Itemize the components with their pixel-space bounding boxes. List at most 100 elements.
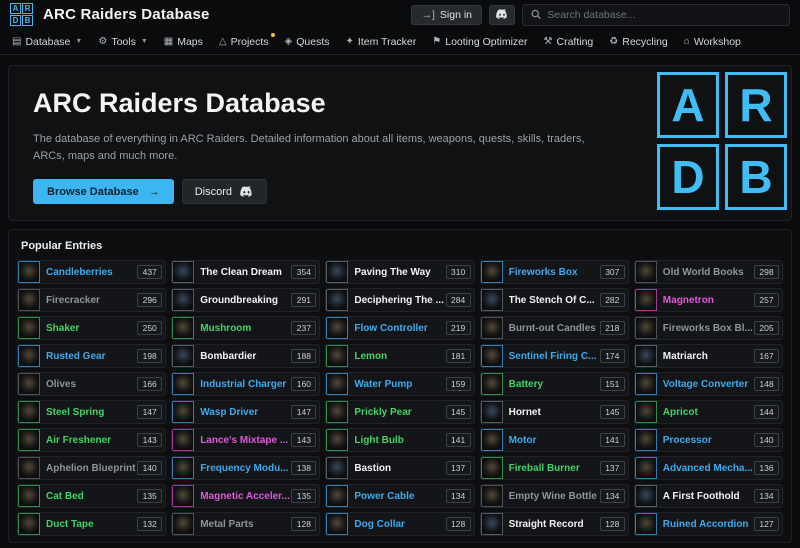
- popular-entry-card[interactable]: Apricot144: [634, 400, 783, 424]
- popular-entry-card[interactable]: Sentinel Firing C...174: [480, 344, 629, 368]
- popular-entry-card[interactable]: Light Bulb141: [325, 428, 474, 452]
- popular-entry-card[interactable]: Motor141: [480, 428, 629, 452]
- nav-item-database[interactable]: ▤Database▼: [12, 36, 82, 48]
- discord-button[interactable]: Discord: [182, 179, 267, 204]
- item-icon: [18, 485, 40, 507]
- projects-icon: △: [219, 36, 227, 47]
- popular-entry-card[interactable]: Ruined Accordion127: [634, 512, 783, 536]
- item-name: Olives: [46, 379, 137, 390]
- browse-database-button[interactable]: Browse Database →: [33, 179, 174, 204]
- item-icon: [635, 317, 657, 339]
- sign-in-button[interactable]: →] Sign in: [411, 5, 482, 25]
- item-icon: [172, 345, 194, 367]
- nav-item-maps[interactable]: ▦Maps: [164, 36, 203, 48]
- item-icon: [481, 345, 503, 367]
- nav-item-quests[interactable]: ◈Quests: [285, 36, 330, 48]
- popular-entry-card[interactable]: Bombardier188: [171, 344, 320, 368]
- popular-entry-card[interactable]: Power Cable134: [325, 484, 474, 508]
- popular-entry-card[interactable]: Old World Books298: [634, 260, 783, 284]
- search-input[interactable]: [547, 9, 781, 21]
- popular-entry-card[interactable]: Shaker250: [17, 316, 166, 340]
- popular-entry-card[interactable]: Candleberries437: [17, 260, 166, 284]
- popular-entry-card[interactable]: Rusted Gear198: [17, 344, 166, 368]
- item-icon: [172, 429, 194, 451]
- popular-entry-card[interactable]: Processor140: [634, 428, 783, 452]
- item-count-badge: 127: [754, 517, 779, 531]
- looting-optimizer-icon: ⚑: [432, 36, 441, 47]
- popular-entry-card[interactable]: Lance's Mixtape ...143: [171, 428, 320, 452]
- item-name: Sentinel Firing C...: [509, 351, 600, 362]
- popular-entry-card[interactable]: Hornet145: [480, 400, 629, 424]
- item-name: Cat Bed: [46, 491, 137, 502]
- popular-entry-card[interactable]: Industrial Charger160: [171, 372, 320, 396]
- popular-entry-card[interactable]: Cat Bed135: [17, 484, 166, 508]
- popular-entry-card[interactable]: Mushroom237: [171, 316, 320, 340]
- logo-letter: D: [10, 15, 21, 26]
- popular-entries-panel: Popular Entries Candleberries437The Clea…: [8, 229, 792, 543]
- item-name: The Clean Dream: [200, 267, 291, 278]
- item-count-badge: 147: [137, 405, 162, 419]
- popular-entry-card[interactable]: Fireworks Box307: [480, 260, 629, 284]
- item-count-badge: 136: [754, 461, 779, 475]
- popular-entry-card[interactable]: Deciphering The ...284: [325, 288, 474, 312]
- popular-entry-card[interactable]: Groundbreaking291: [171, 288, 320, 312]
- popular-entry-card[interactable]: Olives166: [17, 372, 166, 396]
- popular-entry-card[interactable]: Metal Parts128: [171, 512, 320, 536]
- item-count-badge: 437: [137, 265, 162, 279]
- popular-entry-card[interactable]: Empty Wine Bottle134: [480, 484, 629, 508]
- item-icon: [18, 317, 40, 339]
- popular-entry-card[interactable]: A First Foothold134: [634, 484, 783, 508]
- popular-entry-card[interactable]: Aphelion Blueprint140: [17, 456, 166, 480]
- nav-item-workshop[interactable]: ⌂Workshop: [684, 36, 741, 48]
- item-name: Power Cable: [354, 491, 445, 502]
- popular-entry-card[interactable]: Duct Tape132: [17, 512, 166, 536]
- popular-entry-card[interactable]: Fireball Burner137: [480, 456, 629, 480]
- popular-entry-card[interactable]: Paving The Way310: [325, 260, 474, 284]
- item-count-badge: 134: [446, 489, 471, 503]
- nav-item-looting-optimizer[interactable]: ⚑Looting Optimizer: [432, 36, 527, 48]
- popular-entry-card[interactable]: Water Pump159: [325, 372, 474, 396]
- nav-item-label: Database: [25, 36, 70, 48]
- popular-entry-card[interactable]: The Clean Dream354: [171, 260, 320, 284]
- popular-entry-card[interactable]: Prickly Pear145: [325, 400, 474, 424]
- search-bar[interactable]: [522, 4, 790, 26]
- popular-entry-card[interactable]: Voltage Converter148: [634, 372, 783, 396]
- popular-entry-card[interactable]: Dog Collar128: [325, 512, 474, 536]
- nav-item-item-tracker[interactable]: ✦Item Tracker: [346, 36, 417, 48]
- popular-entry-card[interactable]: Flow Controller219: [325, 316, 474, 340]
- nav-item-projects[interactable]: △Projects: [219, 36, 269, 48]
- item-icon: [635, 345, 657, 367]
- popular-entry-card[interactable]: Bastion137: [325, 456, 474, 480]
- site-logo[interactable]: A R D B: [10, 3, 33, 26]
- popular-entry-card[interactable]: Frequency Modu...138: [171, 456, 320, 480]
- popular-entry-card[interactable]: Fireworks Box Bl...205: [634, 316, 783, 340]
- popular-entry-card[interactable]: The Stench Of C...282: [480, 288, 629, 312]
- discord-icon-button[interactable]: [489, 5, 515, 25]
- item-name: Fireball Burner: [509, 463, 600, 474]
- nav-item-crafting[interactable]: ⚒Crafting: [544, 36, 594, 48]
- popular-entry-card[interactable]: Battery151: [480, 372, 629, 396]
- nav-item-tools[interactable]: ⚙Tools▼: [98, 36, 147, 48]
- popular-entry-card[interactable]: Burnt-out Candles218: [480, 316, 629, 340]
- popular-entry-card[interactable]: Magnetic Acceler...135: [171, 484, 320, 508]
- popular-entry-card[interactable]: Matriarch167: [634, 344, 783, 368]
- item-name: Candleberries: [46, 267, 137, 278]
- popular-entry-card[interactable]: Steel Spring147: [17, 400, 166, 424]
- item-icon: [326, 457, 348, 479]
- popular-entry-card[interactable]: Lemon181: [325, 344, 474, 368]
- nav-item-recycling[interactable]: ♻Recycling: [609, 36, 668, 48]
- popular-entry-card[interactable]: Wasp Driver147: [171, 400, 320, 424]
- item-icon: [172, 289, 194, 311]
- item-count-badge: 132: [137, 517, 162, 531]
- popular-entry-card[interactable]: Firecracker296: [17, 288, 166, 312]
- popular-entry-card[interactable]: Straight Record128: [480, 512, 629, 536]
- item-name: Steel Spring: [46, 407, 137, 418]
- item-icon: [326, 373, 348, 395]
- popular-entry-card[interactable]: Magnetron257: [634, 288, 783, 312]
- item-icon: [172, 317, 194, 339]
- popular-entries-grid: Candleberries437The Clean Dream354Paving…: [17, 260, 783, 536]
- item-icon: [18, 261, 40, 283]
- popular-entry-card[interactable]: Air Freshener143: [17, 428, 166, 452]
- popular-entry-card[interactable]: Advanced Mecha...136: [634, 456, 783, 480]
- item-count-badge: 141: [446, 433, 471, 447]
